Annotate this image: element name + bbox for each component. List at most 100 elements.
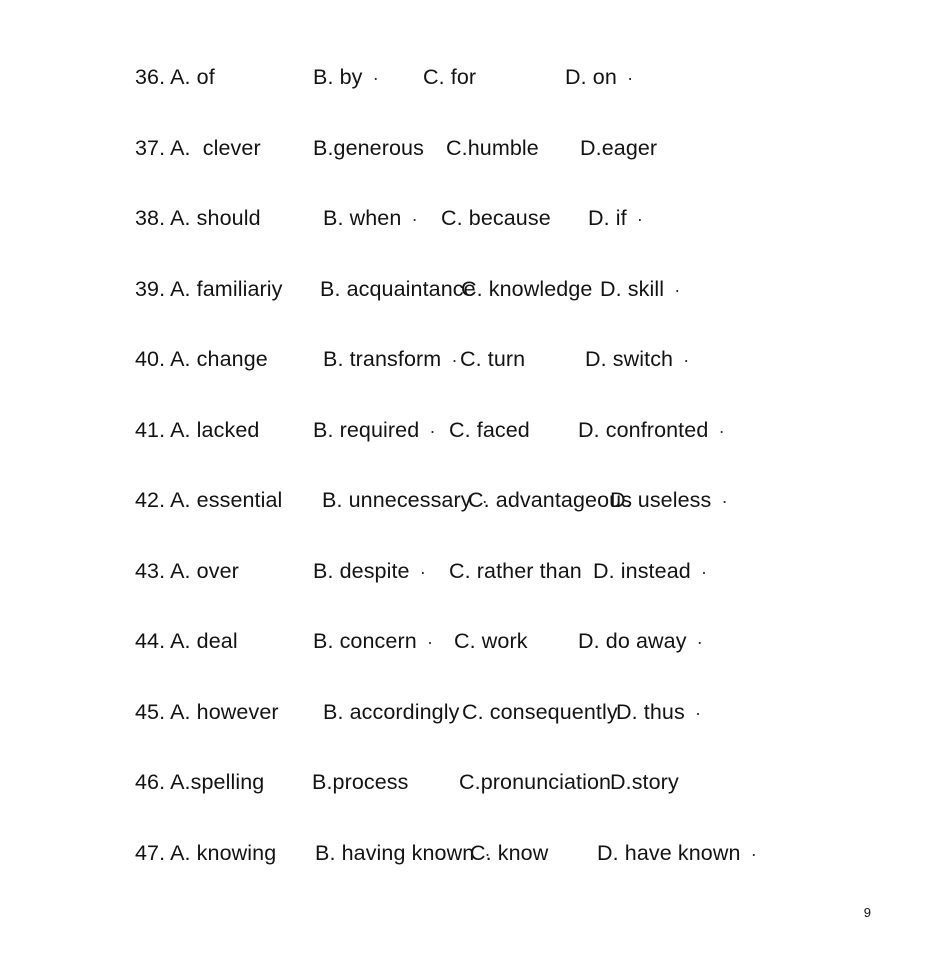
option-label: D. confronted bbox=[578, 417, 709, 442]
option-a[interactable]: 46. A.spelling bbox=[135, 767, 264, 797]
middot-mark-icon: · bbox=[626, 209, 644, 229]
option-label: D. on bbox=[565, 65, 617, 89]
question-row: 43. A. over B. despite · C. rather than D. … bbox=[0, 556, 945, 627]
question-row: 46. A.spelling B.process C.pronunciation D.… bbox=[0, 767, 945, 838]
option-label: A. essential bbox=[170, 488, 283, 512]
option-c[interactable]: C. for bbox=[423, 62, 476, 92]
question-number: 40. bbox=[135, 347, 166, 371]
option-b[interactable]: B. concern · bbox=[313, 626, 433, 657]
middot-mark-icon: · bbox=[441, 350, 458, 370]
option-d[interactable]: D. thus · bbox=[616, 697, 701, 728]
option-label: D. useless bbox=[610, 488, 712, 512]
option-label: B. when bbox=[323, 206, 402, 230]
option-c[interactable]: C. advantageous bbox=[468, 485, 632, 515]
question-number: 37. bbox=[135, 135, 166, 160]
option-a[interactable]: 42. A. essential bbox=[135, 485, 282, 515]
option-label: B.process bbox=[312, 770, 409, 794]
option-d[interactable]: D. instead · bbox=[593, 556, 707, 587]
option-a[interactable]: 41. A. lacked bbox=[135, 415, 259, 445]
option-b[interactable]: B. unnecessary · bbox=[322, 485, 488, 516]
option-label: B.generous bbox=[313, 135, 424, 160]
option-label: D. thus bbox=[616, 699, 685, 724]
option-d[interactable]: D. useless · bbox=[610, 485, 728, 516]
option-c[interactable]: C. knowledge bbox=[461, 274, 592, 304]
option-label: C. consequently bbox=[462, 699, 618, 724]
middot-mark-icon: · bbox=[740, 843, 757, 864]
option-label: A. deal bbox=[170, 629, 238, 653]
option-label: C. because bbox=[441, 206, 551, 230]
option-a[interactable]: 45. A. however bbox=[135, 697, 279, 727]
option-b[interactable]: B. having known · bbox=[315, 838, 491, 869]
option-a[interactable]: 43. A. over bbox=[135, 556, 239, 586]
option-b[interactable]: B.process bbox=[312, 767, 409, 797]
option-b[interactable]: B. when · bbox=[323, 203, 418, 234]
option-label: D. have known bbox=[597, 840, 741, 865]
option-label: C. for bbox=[423, 65, 477, 89]
middot-mark-icon: · bbox=[708, 420, 725, 441]
question-list: 36. A. of B. by · C. for D. on · 37. A. clev… bbox=[0, 62, 945, 908]
option-d[interactable]: D.eager bbox=[580, 133, 657, 163]
option-b[interactable]: B. accordingly bbox=[323, 697, 459, 727]
middot-mark-icon: · bbox=[690, 561, 708, 582]
option-d[interactable]: D. skill · bbox=[600, 274, 680, 305]
option-c[interactable]: C. know bbox=[470, 838, 548, 868]
middot-mark-icon: · bbox=[673, 350, 690, 370]
option-a[interactable]: 36. A. of bbox=[135, 62, 215, 92]
option-d[interactable]: D. have known · bbox=[597, 838, 757, 869]
option-label: A.spelling bbox=[170, 770, 265, 794]
option-label: C.humble bbox=[446, 135, 539, 160]
question-number: 44. bbox=[135, 629, 166, 653]
question-number: 45. bbox=[135, 699, 166, 724]
option-a[interactable]: 38. A. should bbox=[135, 203, 261, 233]
option-a[interactable]: 44. A. deal bbox=[135, 626, 238, 656]
option-label: A. lacked bbox=[170, 417, 260, 442]
option-a[interactable]: 47. A. knowing bbox=[135, 838, 276, 868]
option-c[interactable]: C. work bbox=[454, 626, 528, 656]
option-label: C. work bbox=[454, 629, 528, 653]
question-row: 42. A. essential B. unnecessary · C. advan… bbox=[0, 485, 945, 556]
option-c[interactable]: C. rather than bbox=[449, 556, 582, 586]
option-label: B. accordingly bbox=[323, 699, 460, 724]
option-label: D. switch bbox=[585, 347, 674, 371]
option-label: D.eager bbox=[580, 135, 658, 160]
option-a[interactable]: 40. A. change bbox=[135, 344, 268, 374]
option-a[interactable]: 39. A. familiariy bbox=[135, 274, 283, 304]
middot-mark-icon: · bbox=[686, 632, 703, 652]
option-label: B. required bbox=[313, 417, 420, 442]
option-b[interactable]: B. despite · bbox=[313, 556, 426, 587]
option-c[interactable]: C. faced bbox=[449, 415, 530, 445]
option-label: C.pronunciation bbox=[459, 770, 612, 794]
question-row: 47. A. knowing B. having known · C. know D.… bbox=[0, 838, 945, 909]
option-d[interactable]: D. do away · bbox=[578, 626, 703, 657]
option-label: D. skill bbox=[600, 276, 665, 301]
option-c[interactable]: C.humble bbox=[446, 133, 539, 163]
question-number: 41. bbox=[135, 417, 166, 442]
option-label: B. unnecessary bbox=[322, 488, 472, 512]
middot-mark-icon: · bbox=[664, 279, 681, 300]
option-b[interactable]: B. required · bbox=[313, 415, 436, 446]
option-a[interactable]: 37. A. clever bbox=[135, 133, 261, 163]
option-d[interactable]: D. on · bbox=[565, 62, 633, 93]
option-b[interactable]: B.generous bbox=[313, 133, 424, 163]
middot-mark-icon: · bbox=[401, 209, 418, 229]
option-label: D. do away bbox=[578, 629, 687, 653]
question-number: 36. bbox=[135, 65, 166, 89]
option-c[interactable]: C.pronunciation bbox=[459, 767, 611, 797]
option-b[interactable]: B. acquaintance bbox=[320, 274, 476, 304]
option-d[interactable]: D.story bbox=[610, 767, 679, 797]
option-c[interactable]: C. because bbox=[441, 203, 551, 233]
option-c[interactable]: C. consequently bbox=[462, 697, 618, 727]
option-d[interactable]: D. if · bbox=[588, 203, 643, 234]
option-b[interactable]: B. transform · bbox=[323, 344, 458, 375]
option-label: A. change bbox=[170, 347, 268, 371]
question-row: 45. A. however B. accordingly C. consequen… bbox=[0, 697, 945, 768]
option-b[interactable]: B. by · bbox=[313, 62, 379, 93]
middot-mark-icon: · bbox=[409, 561, 426, 582]
option-c[interactable]: C. turn bbox=[460, 344, 525, 374]
option-d[interactable]: D. switch · bbox=[585, 344, 689, 375]
page-number: 9 bbox=[863, 905, 871, 920]
question-number: 47. bbox=[135, 840, 166, 865]
question-row: 37. A. clever B.generous C.humble D.eager bbox=[0, 133, 945, 204]
option-d[interactable]: D. confronted · bbox=[578, 415, 725, 446]
option-label: A. over bbox=[170, 558, 239, 583]
